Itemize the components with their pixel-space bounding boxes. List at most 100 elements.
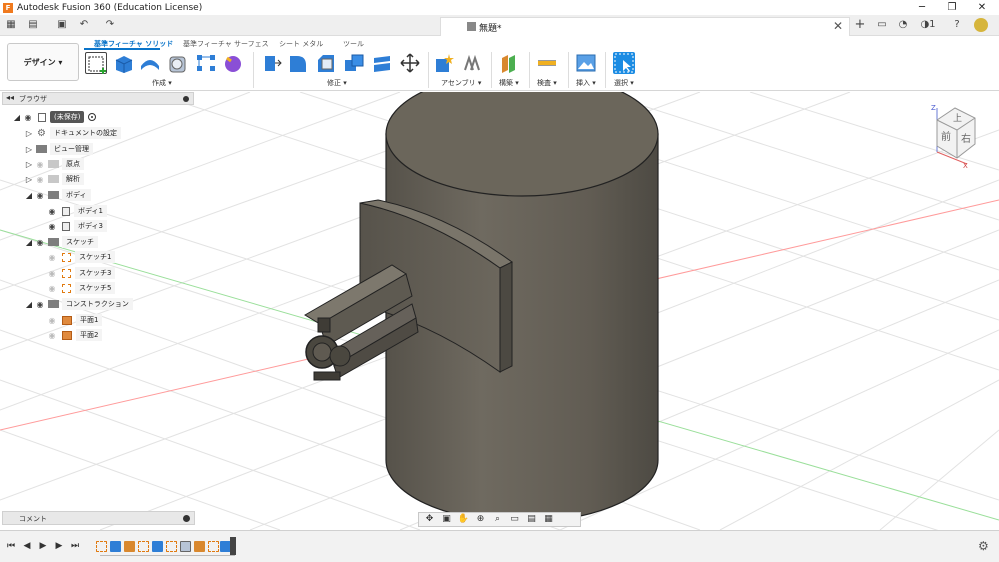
create-sketch-icon[interactable] [85,52,107,74]
inspect-group-label[interactable]: 検査 ▾ [537,78,557,88]
timeline-sketch-icon[interactable] [208,541,219,552]
timeline-extrude-icon[interactable] [110,541,121,552]
tree-item-named-views[interactable]: ▷ ビュー管理 [24,142,93,156]
create-form-icon[interactable] [222,52,244,74]
minimize-button[interactable]: ─ [907,0,937,15]
tab-tools[interactable]: ツール [343,39,364,49]
workspace-selector-button[interactable]: デザイン ▾ [7,43,79,81]
timeline-sketch-icon[interactable] [138,541,149,552]
tree-item-bodies[interactable]: ◢ ◉ ボディ [24,188,91,202]
tree-item-doc-settings[interactable]: ▷ ⚙ ドキュメントの設定 [24,126,121,140]
timeline-sketch-icon[interactable] [166,541,177,552]
hidden-eye-icon[interactable]: ◉ [34,160,46,169]
assembly-group-label[interactable]: アセンブリ ▾ [441,78,481,88]
visibility-eye-icon[interactable]: ◉ [46,207,58,216]
maximize-button[interactable]: ❐ [937,0,967,15]
close-tab-icon[interactable]: ✕ [833,19,843,33]
new-component-icon[interactable] [433,52,455,74]
extrude-icon[interactable] [112,52,134,74]
tree-item-sketch1[interactable]: ◉ スケッチ1 [46,250,116,264]
go-to-start-icon[interactable]: ⏮ [5,540,17,552]
timeline-extrude-icon[interactable] [152,541,163,552]
notifications-icon[interactable]: ▭ [875,18,889,32]
help-icon[interactable]: ? [950,18,964,32]
hidden-eye-icon[interactable]: ◉ [46,253,58,262]
construct-group-label[interactable]: 構築 ▾ [499,78,519,88]
viewcube-right-face[interactable]: 右 [961,132,971,145]
step-forward-icon[interactable]: ▶ [53,540,65,552]
visibility-eye-icon[interactable]: ◉ [46,222,58,231]
timeline-shell-icon[interactable] [180,541,191,552]
expand-icon[interactable]: ◢ [24,191,34,200]
job-status-icon[interactable]: ◑1 [917,18,939,32]
orbit-icon[interactable]: ✥ [423,514,436,525]
fit-zoom-icon[interactable]: ⌕ [491,514,504,525]
timeline-marker[interactable] [230,537,236,555]
tree-item-sketch3[interactable]: ◉ スケッチ3 [46,266,116,280]
move-icon[interactable] [399,52,421,74]
undo-icon[interactable]: ↶ [77,18,91,32]
hidden-eye-icon[interactable]: ◉ [46,284,58,293]
viewcube[interactable]: Z X 前 右 上 [925,100,995,170]
viewcube-front-face[interactable]: 前 [941,130,951,143]
activate-radio-icon[interactable] [88,113,97,121]
help-circle-icon[interactable]: ◔ [896,18,910,32]
expand-icon[interactable]: ◢ [24,300,34,309]
tree-root[interactable]: ◢ ◉ (未保存) [12,110,97,124]
hidden-eye-icon[interactable]: ◉ [34,175,46,184]
tree-item-analysis[interactable]: ▷ ◉ 解析 [24,172,84,186]
add-tab-button[interactable]: + [853,18,867,32]
grid-icon[interactable]: ▦ [4,18,18,32]
visibility-eye-icon[interactable]: ◉ [34,191,46,200]
tree-item-body3[interactable]: ◉ ボディ3 [46,219,107,233]
browser-header[interactable]: ◂◂ ブラウザ [2,92,194,105]
fillet-icon[interactable] [287,52,309,74]
tab-surface[interactable]: 基準フィーチャ サーフェス [183,39,269,49]
comments-panel[interactable]: コメント [2,511,195,525]
revolve-icon[interactable] [139,52,161,74]
timeline-plane-icon[interactable] [124,541,135,552]
viewport-graphics[interactable] [0,92,999,530]
document-tab[interactable]: 無題* ✕ [440,17,850,36]
file-icon[interactable]: ▤ [26,18,40,32]
insert-image-icon[interactable] [575,52,597,74]
press-pull-icon[interactable] [260,52,282,74]
go-to-end-icon[interactable]: ⏭ [69,540,81,552]
user-avatar-icon[interactable] [974,18,988,32]
visibility-eye-icon[interactable]: ◉ [34,238,46,247]
tree-item-plane1[interactable]: ◉ 平面1 [46,313,103,327]
zoom-icon[interactable]: ⊕ [474,514,487,525]
pattern-icon[interactable] [195,52,217,74]
viewcube-top-face[interactable]: 上 [953,113,962,124]
step-back-icon[interactable]: ◀ [21,540,33,552]
pan-hand-icon[interactable]: ✋ [457,514,470,525]
offset-plane-icon[interactable] [498,52,520,74]
display-settings-icon[interactable]: ▭ [508,514,521,525]
play-icon[interactable]: ▶ [37,540,49,552]
canvas-viewport[interactable] [0,92,999,530]
comments-add-icon[interactable] [183,515,190,522]
tree-item-sketches[interactable]: ◢ ◉ スケッチ [24,235,98,249]
timeline-settings-gear-icon[interactable]: ⚙ [978,539,989,553]
insert-group-label[interactable]: 挿入 ▾ [576,78,596,88]
collapsed-arrow-icon[interactable]: ▷ [24,160,34,169]
collapsed-arrow-icon[interactable]: ▷ [24,129,34,138]
visibility-eye-icon[interactable]: ◉ [22,113,34,122]
tree-item-body1[interactable]: ◉ ボディ1 [46,204,107,218]
measure-icon[interactable] [536,52,558,74]
tab-sheet-metal[interactable]: シート メタル [279,39,323,49]
redo-icon[interactable]: ↷ [103,18,117,32]
split-body-icon[interactable] [371,52,393,74]
collapsed-arrow-icon[interactable]: ▷ [24,175,34,184]
timeline-plane-icon[interactable] [194,541,205,552]
tree-item-sketch5[interactable]: ◉ スケッチ5 [46,281,116,295]
timeline-sketch-icon[interactable] [96,541,107,552]
save-icon[interactable]: ▣ [55,18,69,32]
grid-settings-icon[interactable]: ▤ [525,514,538,525]
combine-icon[interactable] [343,52,365,74]
collapsed-arrow-icon[interactable]: ▷ [24,145,34,154]
sweep-icon[interactable] [167,52,189,74]
modify-group-label[interactable]: 修正 ▾ [327,78,347,88]
tree-item-construction[interactable]: ◢ ◉ コンストラクション [24,297,133,311]
tree-item-plane2[interactable]: ◉ 平面2 [46,328,103,342]
